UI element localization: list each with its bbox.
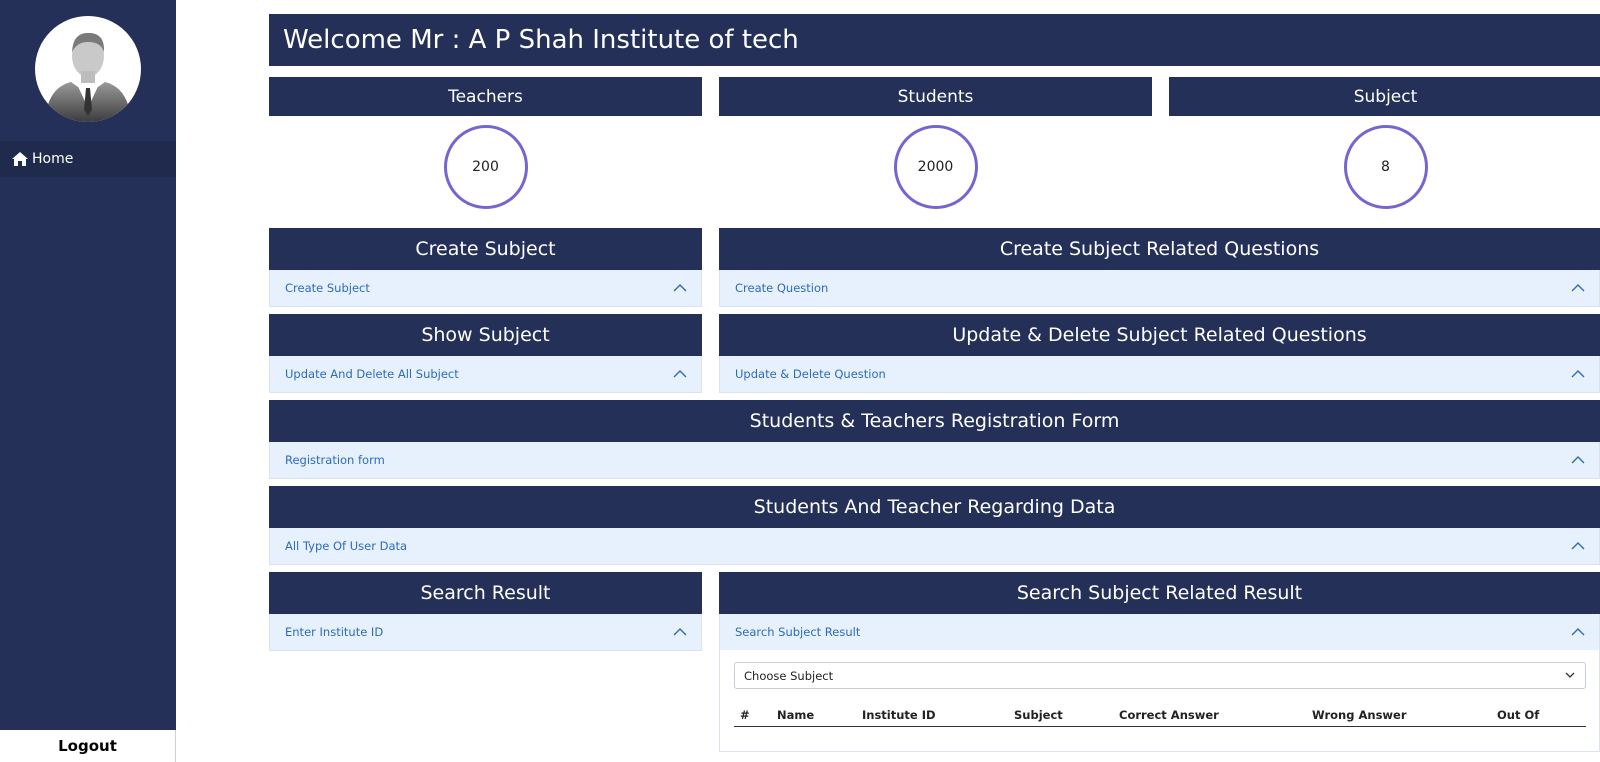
stat-value: 200 [443,125,528,209]
chevron-up-icon [1571,284,1585,292]
stat-teachers: Teachers 200 [269,77,702,209]
result-table-header: # Name Institute ID Subject Correct Answ… [734,703,1586,727]
subject-result-panel: Choose Subject # Name Institute ID Subje… [719,650,1600,752]
chevron-up-icon [1571,628,1585,636]
card-title: Show Subject [269,314,702,356]
column-header: Wrong Answer [1312,708,1407,722]
chevron-up-icon [1571,542,1585,550]
update-questions-card: Update & Delete Subject Related Question… [719,314,1600,393]
accordion-label: Create Question [735,281,829,295]
card-title: Students And Teacher Regarding Data [269,486,1600,528]
stat-students: Students 2000 [719,77,1152,209]
user-data-toggle[interactable]: All Type Of User Data [269,528,1600,565]
accordion-label: Enter Institute ID [285,625,384,639]
accordion-label: Create Subject [285,281,370,295]
column-header: Name [777,708,815,722]
sidebar-item-label: Home [32,151,74,167]
card-title: Create Subject [269,228,702,270]
accordion-label: Search Subject Result [735,625,861,639]
subject-result-toggle[interactable]: Search Subject Result [719,614,1600,651]
column-header: Out Of [1497,708,1540,722]
chevron-up-icon [673,370,687,378]
stat-subject: Subject 8 [1169,77,1600,209]
card-title: Search Result [269,572,702,614]
institute-id-toggle[interactable]: Enter Institute ID [269,614,702,651]
chevron-up-icon [673,284,687,292]
sidebar-item-home[interactable]: Home [0,141,176,177]
column-header: # [740,708,750,722]
stat-value: 2000 [893,125,978,209]
chevron-up-icon [1571,370,1585,378]
accordion-label: All Type Of User Data [285,539,408,553]
update-delete-subject-toggle[interactable]: Update And Delete All Subject [269,356,702,393]
card-title: Search Subject Related Result [719,572,1600,614]
stat-label: Teachers [269,77,702,116]
accordion-label: Update & Delete Question [735,367,886,381]
chevron-down-icon [1565,672,1575,678]
stat-value: 8 [1343,125,1428,209]
subject-select[interactable]: Choose Subject [734,662,1586,689]
select-value: Choose Subject [744,668,834,683]
accordion-label: Registration form [285,453,385,467]
search-result-card: Search Result Enter Institute ID [269,572,702,651]
user-avatar-icon [45,32,131,122]
chevron-up-icon [673,628,687,636]
column-header: Institute ID [862,708,936,722]
create-subject-card: Create Subject Create Subject [269,228,702,307]
registration-card: Students & Teachers Registration Form Re… [269,400,1600,479]
registration-form-toggle[interactable]: Registration form [269,442,1600,479]
subject-result-card: Search Subject Related Result Search Sub… [719,572,1600,651]
home-icon [12,152,28,166]
create-subject-toggle[interactable]: Create Subject [269,270,702,307]
show-subject-card: Show Subject Update And Delete All Subje… [269,314,702,393]
accordion-label: Update And Delete All Subject [285,367,459,381]
card-title: Create Subject Related Questions [719,228,1600,270]
update-delete-question-toggle[interactable]: Update & Delete Question [719,356,1600,393]
avatar [35,16,141,122]
column-header: Subject [1014,708,1063,722]
stat-label: Subject [1169,77,1600,116]
column-header: Correct Answer [1119,708,1219,722]
card-title: Students & Teachers Registration Form [269,400,1600,442]
chevron-up-icon [1571,456,1585,464]
user-data-card: Students And Teacher Regarding Data All … [269,486,1600,565]
logout-button[interactable]: Logout [0,730,176,762]
create-question-toggle[interactable]: Create Question [719,270,1600,307]
create-questions-card: Create Subject Related Questions Create … [719,228,1600,307]
stat-label: Students [719,77,1152,116]
page-title: Welcome Mr : A P Shah Institute of tech [269,14,1600,66]
sidebar: Home [0,0,176,762]
card-title: Update & Delete Subject Related Question… [719,314,1600,356]
